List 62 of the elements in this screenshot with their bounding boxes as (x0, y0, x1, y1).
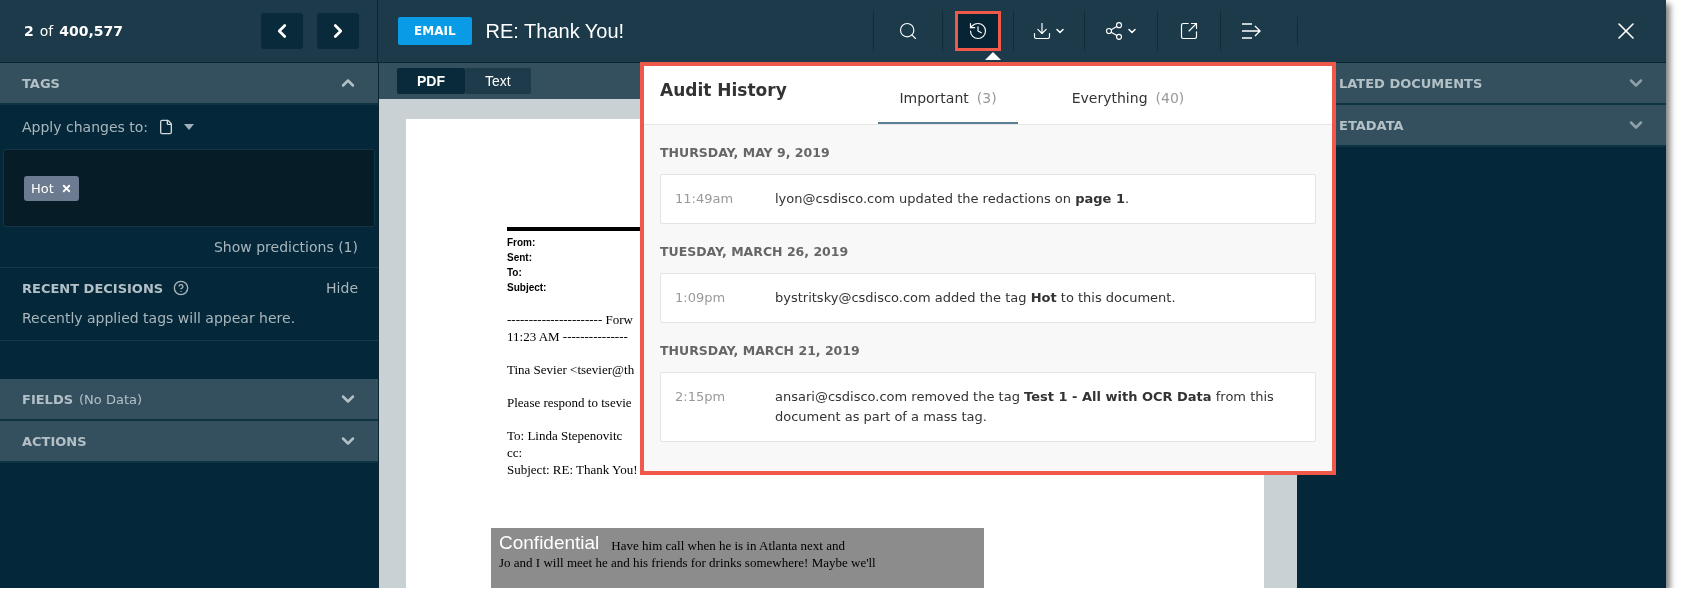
section-title: TAGS (22, 75, 60, 91)
remove-icon[interactable] (60, 182, 72, 194)
search-icon (898, 21, 918, 41)
history-icon (968, 21, 988, 41)
document-title: RE: Thank You! (485, 19, 625, 43)
caret-icon[interactable] (184, 124, 194, 130)
empty-message: Recently applied tags will appear here. (22, 310, 297, 326)
show-predictions-link[interactable]: Show predictions (1) (213, 239, 358, 255)
section-title: ACTIONS (22, 433, 87, 449)
document-position: 2 (24, 23, 34, 39)
document-line: Tina Sevier <tsevier@th (507, 361, 635, 378)
entry-time: 11:49am (675, 190, 735, 208)
entry-time: 1:09pm (675, 289, 727, 307)
download-icon (1032, 21, 1052, 41)
popup-title: Audit History (660, 80, 788, 100)
tag-area[interactable]: Hot (3, 149, 375, 227)
field-label: To: (507, 266, 522, 280)
share-icon (1104, 21, 1124, 41)
entry-time: 2:15pm (675, 388, 727, 406)
section-title: ETADATA (1339, 117, 1404, 133)
section-title: FIELDS (22, 391, 74, 407)
section-header[interactable]: FIELDS (No Data) (0, 379, 378, 421)
document-line: 11:23 AM --------------- (507, 328, 628, 345)
section-note: (No Data) (79, 391, 143, 407)
of-label: of (39, 23, 54, 39)
apply-changes-label: Apply changes to: (22, 119, 148, 135)
next-button[interactable] (317, 13, 359, 49)
tag-chip[interactable]: Hot (24, 175, 79, 201)
document-line: Have him call when he is in Atlanta next and (611, 537, 845, 554)
document-line: To: Linda Stepenovitc (507, 427, 623, 444)
entry-text: ansari@csdisco.com removed the tag Test 1 - All with OCR Data from this document as part of a mass tag. (775, 388, 1275, 426)
document-line: Jo and I will meet he and his friends for drinks somewhere! Maybe we'll (499, 554, 876, 571)
history-tab[interactable]: Important (3) (878, 66, 1018, 124)
field-label: Subject: (507, 281, 547, 295)
exit-panel-icon (1241, 21, 1263, 41)
type-badge: EMAIL (398, 17, 472, 45)
section-title: LATED DOCUMENTS (1339, 75, 1483, 91)
external-link-icon (1179, 21, 1199, 41)
field-label: From: (507, 236, 536, 250)
redaction-label: Confidential (499, 532, 600, 554)
field-label: Sent: (507, 251, 532, 265)
viewer-tab[interactable]: PDF (397, 68, 465, 94)
document-line: ---------------------- Forw (507, 311, 633, 328)
entry-text: bystritsky@csdisco.com added the tag Hot to this document. (775, 289, 1176, 307)
help-icon[interactable] (173, 280, 190, 296)
date-heading: THURSDAY, MAY 9, 2019 (660, 144, 831, 162)
recent-decisions-title: RECENT DECISIONS (22, 280, 164, 296)
date-heading: THURSDAY, MARCH 21, 2019 (660, 342, 861, 360)
viewer-tab[interactable]: Text (465, 68, 531, 94)
tags-header[interactable]: TAGS (0, 63, 378, 105)
section-header[interactable]: ACTIONS (0, 421, 378, 463)
previous-button[interactable] (261, 13, 303, 49)
date-heading: TUESDAY, MARCH 26, 2019 (660, 243, 850, 261)
entry-text: lyon@csdisco.com updated the redactions on page 1. (775, 190, 1130, 208)
history-button[interactable] (955, 11, 1001, 51)
document-line: Please respond to tsevie (507, 394, 632, 411)
document-icon[interactable] (158, 119, 174, 135)
document-line: Subject: RE: Thank You! (507, 461, 638, 478)
document-line: cc: (507, 444, 523, 461)
hide-link[interactable]: Hide (326, 280, 358, 296)
history-tab[interactable]: Everything (40) (1058, 66, 1198, 124)
document-total: 400,577 (59, 23, 123, 39)
